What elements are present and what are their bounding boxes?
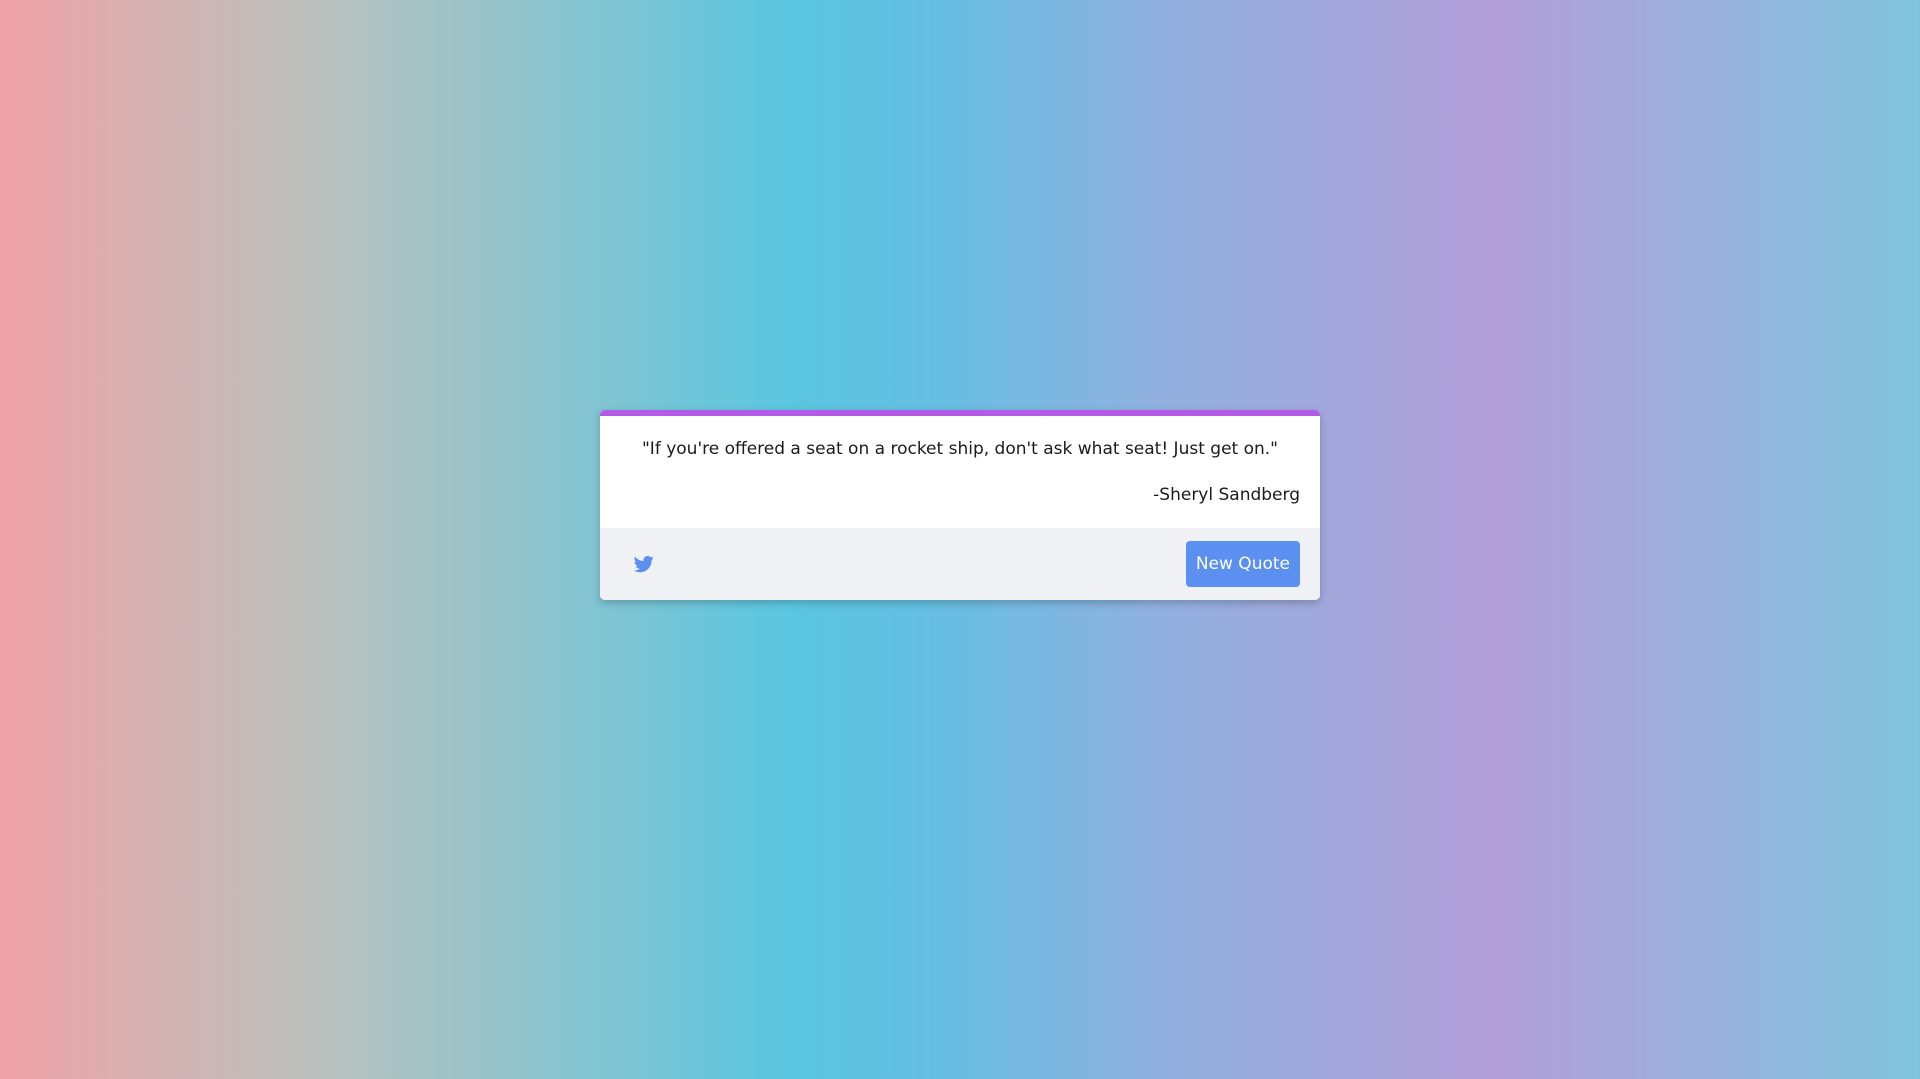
tweet-quote-link[interactable] [632,552,656,576]
card-footer: New Quote [600,528,1320,600]
new-quote-button[interactable]: New Quote [1185,541,1300,587]
quote-text: "If you're offered a seat on a rocket sh… [641,439,1278,459]
quote-author: -Sheryl Sandberg [1153,485,1300,505]
quote-card: "If you're offered a seat on a rocket sh… [600,410,1320,600]
quote-body: "If you're offered a seat on a rocket sh… [600,416,1320,528]
twitter-icon [633,554,655,574]
